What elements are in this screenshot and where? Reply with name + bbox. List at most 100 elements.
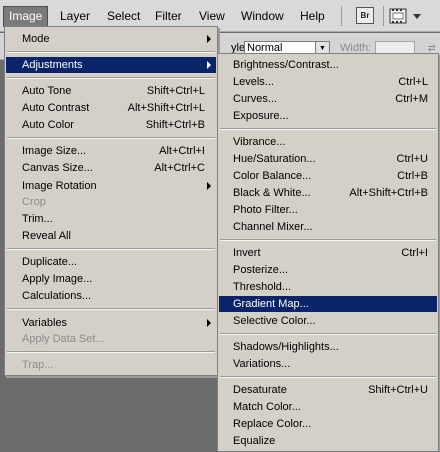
menu-window[interactable]: Window [236,7,289,25]
adjustments-submenu: Brightness/Contrast... Levels... Ctrl+L … [217,53,439,452]
menu-item-calculations[interactable]: Calculations... [6,288,216,304]
menu-item-threshold[interactable]: Threshold... [219,279,437,295]
menu-item-auto-color[interactable]: Auto Color Shift+Ctrl+B [6,117,216,133]
menu-item-label: Mode [22,33,50,45]
menu-separator [7,137,215,139]
menu-item-exposure[interactable]: Exposure... [219,108,437,124]
menu-item-trim[interactable]: Trim... [6,211,216,227]
menu-item-invert[interactable]: Invert Ctrl+I [219,245,437,261]
menu-item-selective-color[interactable]: Selective Color... [219,313,437,329]
menu-item-label: Image Rotation [22,180,97,192]
menu-item-label: Levels... [233,76,274,88]
shortcut-label: Shift+Ctrl+L [146,85,205,97]
menu-separator [220,128,436,130]
menu-item-duplicate[interactable]: Duplicate... [6,254,216,270]
menu-item-label: Reveal All [22,230,71,242]
menu-item-mode[interactable]: Mode [6,31,216,47]
menu-item-label: Posterize... [233,264,289,276]
menu-item-label: Image Size... [22,145,87,157]
menu-item-label: Replace Color... [233,418,312,430]
shortcut-label: Ctrl+U [396,153,428,165]
menu-item-hue-saturation[interactable]: Hue/Saturation... Ctrl+U [219,151,437,167]
menu-item-label: Auto Color [22,119,74,131]
menu-item-levels[interactable]: Levels... Ctrl+L [219,74,437,90]
menu-item-auto-contrast[interactable]: Auto Contrast Alt+Shift+Ctrl+L [6,100,216,116]
menu-item-label: Variations... [233,358,291,370]
menu-item-photo-filter[interactable]: Photo Filter... [219,202,437,218]
menu-item-variables[interactable]: Variables [6,315,216,331]
menu-item-label: Equalize [233,435,276,447]
menu-item-label: Invert [233,247,261,259]
shortcut-label: Shift+Ctrl+U [368,384,428,396]
menu-item-label: Shadows/Highlights... [233,341,339,353]
menu-item-label: Channel Mixer... [233,221,313,233]
menu-select[interactable]: Select [102,7,145,25]
menu-item-label: Selective Color... [233,315,316,327]
menu-separator [7,248,215,250]
menu-layer[interactable]: Layer [55,7,95,25]
menu-help[interactable]: Help [295,7,330,25]
menu-view[interactable]: View [194,7,230,25]
menu-item-replace-color[interactable]: Replace Color... [219,416,437,432]
menu-item-label: Auto Contrast [22,102,90,114]
menu-item-canvas-size[interactable]: Canvas Size... Alt+Ctrl+C [6,160,216,176]
menu-item-gradient-map[interactable]: Gradient Map... [219,296,437,312]
submenu-arrow-icon [207,61,211,69]
menu-item-auto-tone[interactable]: Auto Tone Shift+Ctrl+L [6,83,216,99]
menu-item-label: Adjustments [22,59,83,71]
menu-item-label: Match Color... [233,401,301,413]
menu-item-label: Brightness/Contrast... [233,59,339,71]
menu-item-image-rotation[interactable]: Image Rotation [6,178,216,194]
menu-item-label: Exposure... [233,110,289,122]
menu-item-label: Photo Filter... [233,204,298,216]
menu-separator [220,333,436,335]
shortcut-label: Ctrl+M [395,93,428,105]
screen-mode-icon[interactable] [388,6,428,26]
menu-separator [7,308,215,310]
shortcut-label: Ctrl+L [398,76,428,88]
menu-item-label: Vibrance... [233,136,286,148]
menu-item-image-size[interactable]: Image Size... Alt+Ctrl+I [6,143,216,159]
menu-item-label: Auto Tone [22,85,72,97]
menu-item-equalize[interactable]: Equalize [219,433,437,449]
image-menu: Mode Adjustments Auto Tone Shift+Ctrl+L … [4,26,218,376]
menu-item-posterize[interactable]: Posterize... [219,262,437,278]
menu-item-match-color[interactable]: Match Color... [219,399,437,415]
menu-filter[interactable]: Filter [150,7,187,25]
menu-item-label: Apply Image... [22,273,93,285]
menu-item-trap[interactable]: Trap... [6,357,216,373]
menu-divider [383,6,384,26]
menu-item-desaturate[interactable]: Desaturate Shift+Ctrl+U [219,382,437,398]
shortcut-label: Ctrl+B [397,170,428,182]
menu-item-black-white[interactable]: Black & White... Alt+Shift+Ctrl+B [219,185,437,201]
menu-item-variations[interactable]: Variations... [219,356,437,372]
menu-item-channel-mixer[interactable]: Channel Mixer... [219,219,437,235]
bridge-button[interactable]: Br [356,7,374,24]
menu-item-label: Calculations... [22,290,92,302]
menu-item-apply-image[interactable]: Apply Image... [6,271,216,287]
menu-item-reveal-all[interactable]: Reveal All [6,228,216,244]
menu-item-color-balance[interactable]: Color Balance... Ctrl+B [219,168,437,184]
menu-separator [7,51,215,53]
submenu-arrow-icon [207,182,211,190]
menu-item-vibrance[interactable]: Vibrance... [219,134,437,150]
shortcut-label: Shift+Ctrl+B [145,119,205,131]
menu-divider [341,6,342,26]
shortcut-label: Alt+Ctrl+C [154,162,205,174]
menu-item-label: Crop [22,196,46,208]
menu-item-label: Color Balance... [233,170,312,182]
menu-item-brightness-contrast[interactable]: Brightness/Contrast... [219,57,437,73]
menu-item-shadows-highlights[interactable]: Shadows/Highlights... [219,339,437,355]
menu-item-label: Gradient Map... [233,298,309,310]
menu-separator [7,77,215,79]
menu-item-adjustments[interactable]: Adjustments [6,57,216,73]
menu-item-label: Desaturate [233,384,287,396]
menu-item-label: Black & White... [233,187,311,199]
menu-separator [7,351,215,353]
menu-item-crop[interactable]: Crop [6,194,216,210]
menu-item-apply-data-set[interactable]: Apply Data Set... [6,331,216,347]
menu-image[interactable]: Image [3,6,49,27]
menu-item-curves[interactable]: Curves... Ctrl+M [219,91,437,107]
menu-item-label: Apply Data Set... [22,333,105,345]
menu-separator [220,239,436,241]
